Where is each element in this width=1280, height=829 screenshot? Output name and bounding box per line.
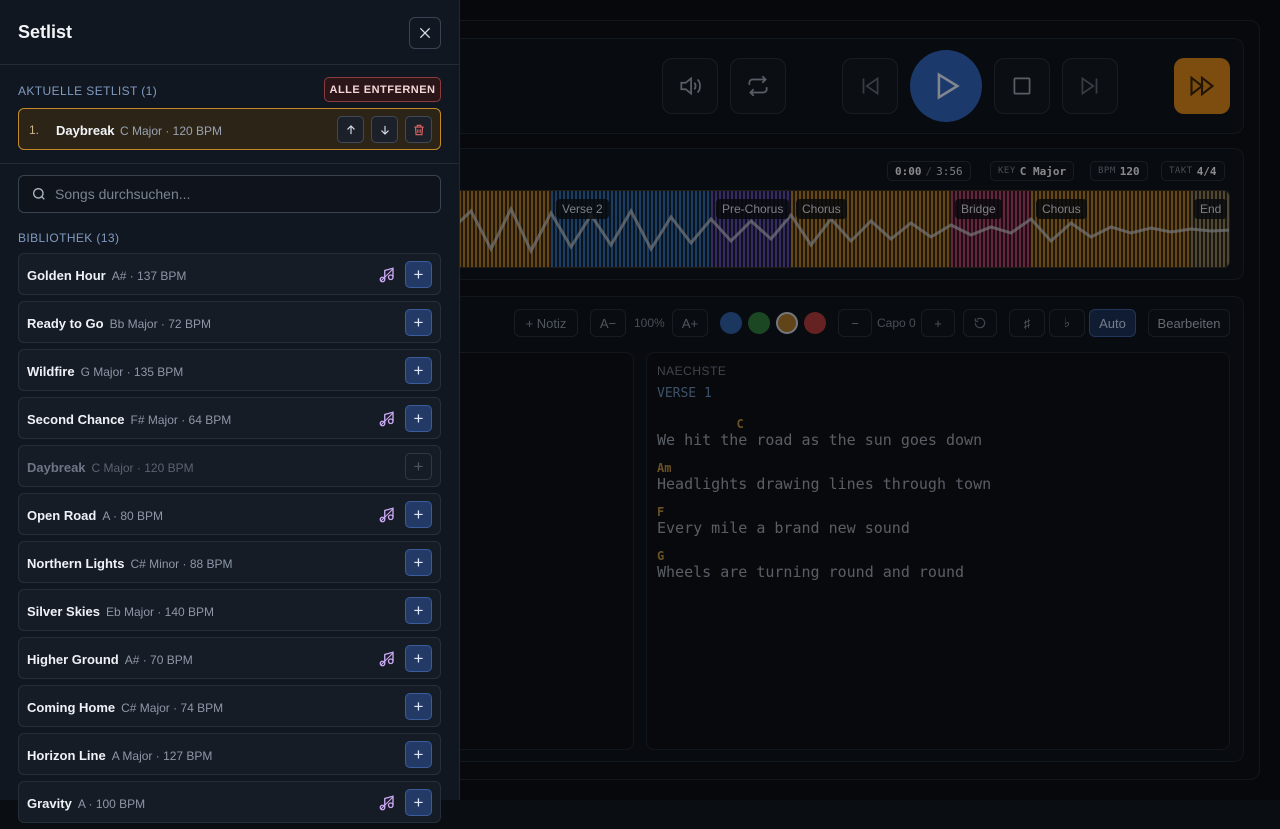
song-name: Golden Hour A# · 137 BPM <box>27 268 187 283</box>
library-song[interactable]: Gravity A · 100 BPM + <box>18 781 441 823</box>
song-meta: F# Major · 64 BPM <box>130 413 232 427</box>
library-song[interactable]: Open Road A · 80 BPM + <box>18 493 441 535</box>
library-song[interactable]: Second Chance F# Major · 64 BPM + <box>18 397 441 439</box>
plus-icon: + <box>413 600 424 620</box>
audio-file-icon <box>378 650 396 668</box>
plus-icon: + <box>413 696 424 716</box>
app-root: 0:00/3:56 KEY C Major BPM 120 TAKT 4/4 Vers… <box>0 0 1280 823</box>
song-name: Higher Ground A# · 70 BPM <box>27 652 193 667</box>
setlist-item-name: Daybreak <box>56 123 115 138</box>
drawer-title: Setlist <box>18 22 73 42</box>
trash-icon <box>413 124 424 135</box>
song-name: Daybreak C Major · 120 BPM <box>27 460 194 475</box>
plus-icon: + <box>413 264 424 284</box>
song-name: Wildfire G Major · 135 BPM <box>27 364 184 379</box>
library-song[interactable]: Northern Lights C# Minor · 88 BPM + <box>18 541 441 583</box>
plus-icon: + <box>413 408 424 428</box>
setlist-item-number: 1. <box>29 123 40 137</box>
plus-icon: + <box>413 552 424 572</box>
arrow-up-icon <box>346 124 355 134</box>
song-meta: A# · 70 BPM <box>124 653 193 667</box>
plus-icon: + <box>413 648 424 668</box>
song-name: Ready to Go Bb Major · 72 BPM <box>27 316 211 331</box>
search-input[interactable] <box>55 176 435 212</box>
close-icon <box>419 27 431 39</box>
library-song[interactable]: Silver Skies Eb Major · 140 BPM + <box>18 589 441 631</box>
song-meta: C Major · 120 BPM <box>91 461 194 475</box>
add-to-setlist-button[interactable]: + <box>405 405 432 432</box>
library-song[interactable]: Coming Home C# Major · 74 BPM + <box>18 685 441 727</box>
arrow-down-icon <box>380 125 389 135</box>
plus-icon: + <box>413 792 424 812</box>
song-meta: Eb Major · 140 BPM <box>106 605 215 619</box>
song-name: Silver Skies Eb Major · 140 BPM <box>27 604 215 619</box>
move-up-button[interactable] <box>337 116 364 143</box>
drawer-header: Setlist <box>0 0 460 65</box>
add-to-setlist-button[interactable]: + <box>405 741 432 768</box>
plus-icon: + <box>413 504 424 524</box>
setlist-item[interactable]: 1. Daybreak C Major · 120 BPM <box>18 108 441 150</box>
audio-file-icon <box>378 506 396 524</box>
song-name: Coming Home C# Major · 74 BPM <box>27 700 224 715</box>
library-song[interactable]: Wildfire G Major · 135 BPM + <box>18 349 441 391</box>
add-to-setlist-button[interactable]: + <box>405 309 432 336</box>
audio-file-icon <box>378 266 396 284</box>
plus-icon: + <box>413 744 424 764</box>
library-song[interactable]: Higher Ground A# · 70 BPM + <box>18 637 441 679</box>
add-to-setlist-button[interactable]: + <box>405 261 432 288</box>
move-down-button[interactable] <box>371 116 398 143</box>
add-to-setlist-button[interactable]: + <box>405 453 432 480</box>
song-meta: Bb Major · 72 BPM <box>109 317 211 331</box>
add-to-setlist-button[interactable]: + <box>405 501 432 528</box>
remove-all-button[interactable]: ALLE ENTFERNEN <box>324 77 441 102</box>
modal-backdrop[interactable] <box>460 0 1280 800</box>
song-meta: G Major · 135 BPM <box>80 365 184 379</box>
add-to-setlist-button[interactable]: + <box>405 357 432 384</box>
library-song[interactable]: Daybreak C Major · 120 BPM + <box>18 445 441 487</box>
audio-file-icon <box>378 794 396 812</box>
add-to-setlist-button[interactable]: + <box>405 549 432 576</box>
library-song[interactable]: Horizon Line A Major · 127 BPM + <box>18 733 441 775</box>
library-list: Golden Hour A# · 137 BPM + Ready to Go Bb Ma… <box>18 253 441 829</box>
add-to-setlist-button[interactable]: + <box>405 645 432 672</box>
song-name: Horizon Line A Major · 127 BPM <box>27 748 213 763</box>
library-song[interactable]: Ready to Go Bb Major · 72 BPM + <box>18 301 441 343</box>
plus-icon: + <box>413 312 424 332</box>
close-button[interactable] <box>409 17 441 49</box>
search-box[interactable] <box>18 175 441 213</box>
add-to-setlist-button[interactable]: + <box>405 693 432 720</box>
plus-icon: + <box>413 360 424 380</box>
setlist-item-meta: C Major · 120 BPM <box>120 124 223 138</box>
delete-button[interactable] <box>405 116 432 143</box>
song-name: Open Road A · 80 BPM <box>27 508 164 523</box>
song-name: Gravity A · 100 BPM <box>27 796 146 811</box>
add-to-setlist-button[interactable]: + <box>405 597 432 624</box>
current-setlist-label: AKTUELLE SETLIST (1) <box>18 84 158 98</box>
song-meta: A · 100 BPM <box>77 797 146 811</box>
audio-file-icon <box>378 410 396 428</box>
setlist-drawer: Setlist AKTUELLE SETLIST (1) ALLE ENTFER… <box>0 0 460 823</box>
song-meta: A · 80 BPM <box>102 509 164 523</box>
song-name: Second Chance F# Major · 64 BPM <box>27 412 232 427</box>
song-meta: C# Minor · 88 BPM <box>130 557 233 571</box>
song-meta: A# · 137 BPM <box>111 269 187 283</box>
song-name: Northern Lights C# Minor · 88 BPM <box>27 556 233 571</box>
song-meta: C# Major · 74 BPM <box>121 701 224 715</box>
song-meta: A Major · 127 BPM <box>111 749 213 763</box>
add-to-setlist-button[interactable]: + <box>405 789 432 816</box>
library-song[interactable]: Golden Hour A# · 137 BPM + <box>18 253 441 295</box>
library-label: BIBLIOTHEK (13) <box>18 231 120 245</box>
plus-icon: + <box>413 456 424 476</box>
divider <box>0 163 460 164</box>
search-icon <box>33 188 45 200</box>
